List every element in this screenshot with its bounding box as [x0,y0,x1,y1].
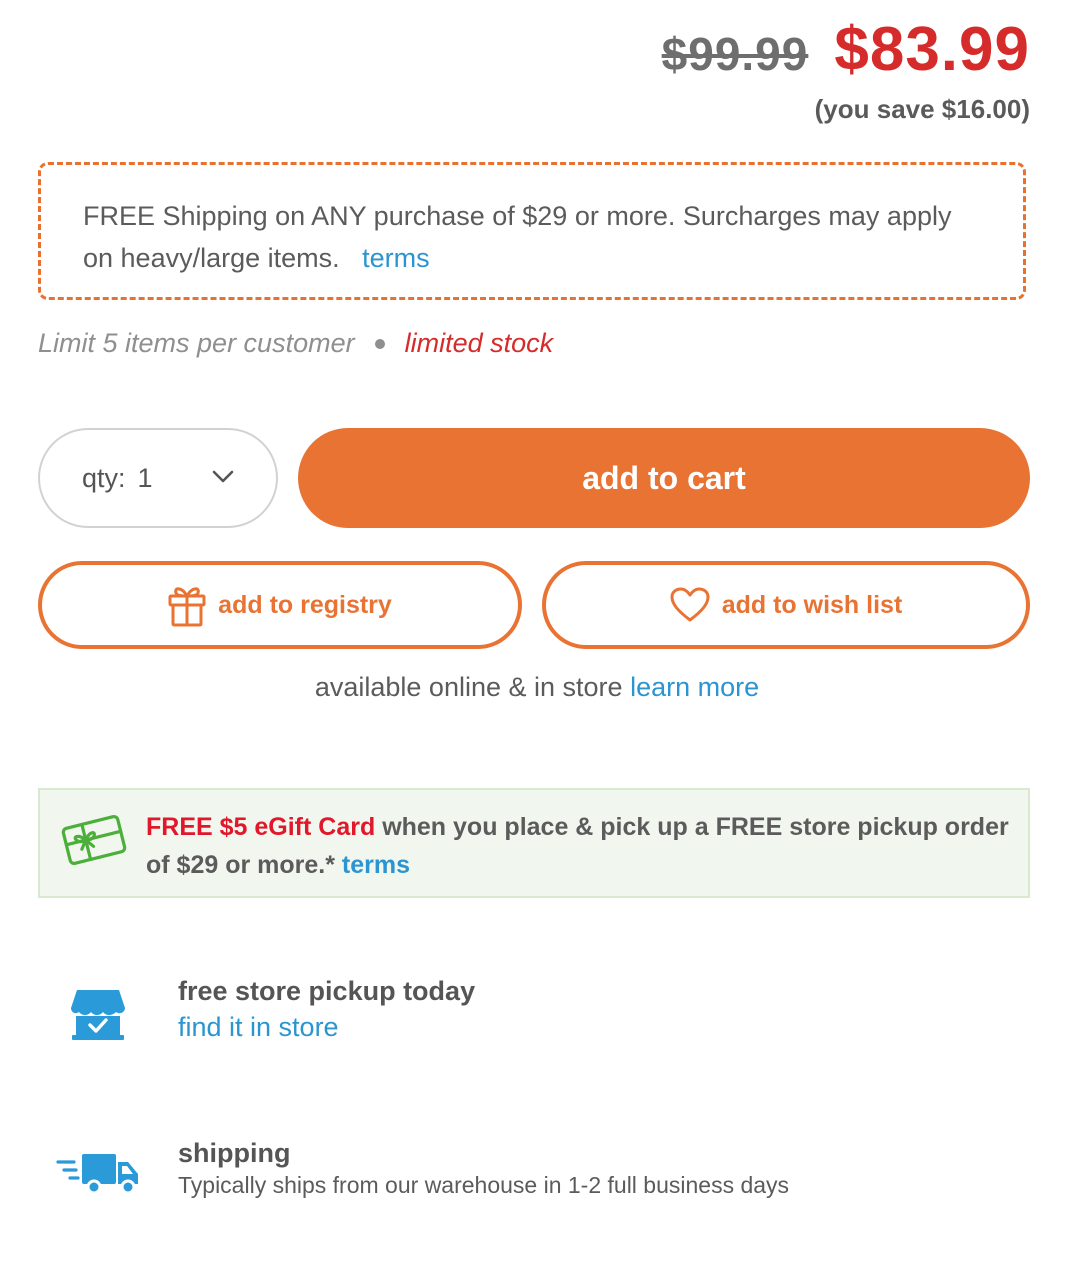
original-price: $99.99 [661,28,809,80]
add-to-registry-button[interactable]: add to registry [38,561,522,649]
shipping-title: shipping [178,1138,291,1168]
availability-line: available online & in store learn more [0,672,1074,703]
storefront-icon [71,990,125,1040]
learn-more-link[interactable]: learn more [630,672,759,702]
qty-value: 1 [137,462,153,493]
find-in-store-link[interactable]: find it in store [178,1012,339,1043]
store-pickup-title: free store pickup today [178,976,476,1006]
shipping-promo-box: FREE Shipping on ANY purchase of $29 or … [38,162,1026,300]
shipping-description: Typically ships from our warehouse in 1-… [178,1172,790,1198]
delivery-truck-icon [56,1154,138,1195]
price-row: $99.99 $83.99 [640,14,1030,86]
egift-terms-link[interactable]: terms [342,851,410,879]
qty-label: qty: [82,462,126,493]
chevron-down-icon [212,470,234,483]
egift-promo-text: FREE $5 eGift Card when you place & pick… [146,808,1026,884]
egift-promo-box: FREE $5 eGift Card when you place & pick… [38,788,1030,898]
add-to-wish-list-button[interactable]: add to wish list [542,561,1030,649]
purchase-limit-line: Limit 5 items per customer limited stock [38,328,553,359]
add-to-wish-list-label: add to wish list [721,590,903,619]
shipping-terms-link[interactable]: terms [362,243,430,273]
savings-text: (you save $16.00) [814,94,1030,124]
sale-price: $83.99 [834,15,1030,84]
shipping-promo-message: FREE Shipping on ANY purchase of $29 or … [83,201,952,273]
availability-text: available online & in store [314,672,623,702]
egift-highlight: FREE $5 eGift Card [146,813,376,841]
stock-status: limited stock [404,328,554,358]
add-to-registry-label: add to registry [218,590,392,619]
shipping-promo-text: FREE Shipping on ANY purchase of $29 or … [83,195,963,279]
quantity-select[interactable]: qty: 1 [38,428,278,528]
gift-icon [168,587,206,627]
limit-text: Limit 5 items per customer [38,328,355,358]
gift-card-icon [61,815,127,865]
heart-icon [670,587,710,622]
add-to-cart-button[interactable]: add to cart [298,428,1030,528]
separator-dot [374,338,385,349]
